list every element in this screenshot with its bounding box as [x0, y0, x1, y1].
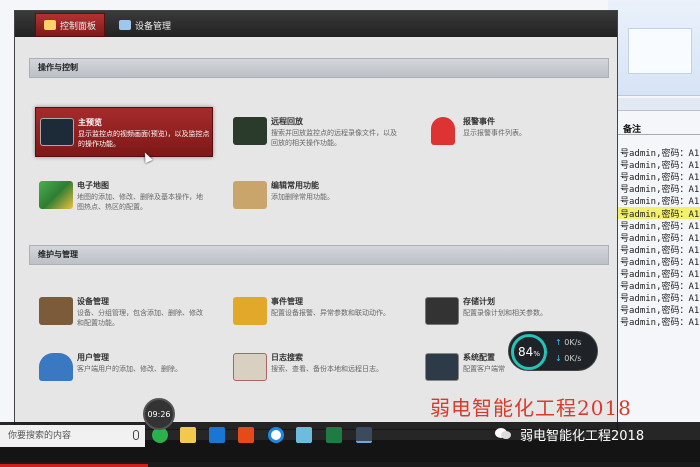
upload-speed-value: 0K/s [564, 338, 582, 347]
wechat-official-icon [494, 427, 512, 441]
table-row: 号admin,密码：A12 [620, 282, 700, 291]
item-desc: 地图的添加、修改、删除及基本操作，地图热点、热区的配置。 [77, 193, 203, 211]
table-row: 号admin,密码：A12 [620, 185, 700, 194]
table-row: 号admin,密码：A12 [620, 222, 700, 231]
log-icon [233, 353, 267, 381]
item-desc: 设备、分组管理，包含添加、删除、修改和配置功能。 [77, 309, 203, 327]
table-row: 号admin,密码：A12 [620, 294, 700, 303]
app-icon[interactable] [238, 427, 254, 443]
item-name: 系统配置 [463, 353, 495, 362]
table-row: 号admin,密码：A12 [620, 246, 700, 255]
item-edit-functions[interactable]: 编辑常用功能 添加删除常用功能。 [229, 171, 407, 221]
item-name: 编辑常用功能 [271, 181, 319, 190]
table-row: 号admin,密码：A12 [620, 258, 700, 267]
item-name: 用户管理 [77, 353, 109, 362]
item-name: 存储计划 [463, 297, 495, 306]
search-placeholder: 你要搜索的内容 [8, 431, 72, 441]
upload-speed: ↑ 0K/s [555, 338, 581, 347]
edit-functions-icon [233, 181, 267, 209]
table-row: 号admin,密码：A12 [620, 161, 700, 170]
table-row: 号admin,密码：A12 [620, 306, 700, 315]
ribbon-group [628, 28, 692, 74]
item-name: 报警事件 [463, 117, 495, 126]
excel-icon[interactable] [326, 427, 342, 443]
tab-device-management[interactable]: 设备管理 [111, 13, 191, 37]
tab-label: 设备管理 [135, 21, 172, 32]
download-speed: ↓ 0K/s [555, 354, 581, 363]
tab-label: 控制面板 [60, 21, 97, 32]
section-maintenance-management: 维护与管理 [29, 245, 609, 265]
event-icon [233, 297, 267, 325]
section-operation-control: 操作与控制 [29, 58, 609, 78]
memory-usage-gauge: 84% [511, 334, 547, 370]
item-device-management[interactable]: 设备管理 设备、分组管理，包含添加、删除、修改和配置功能。 [35, 287, 213, 337]
control-panel-icon [44, 20, 56, 30]
playback-icon [233, 117, 267, 145]
item-name: 远程回放 [271, 117, 303, 126]
watermark-white: 弱电智能化工程2018 [520, 429, 645, 444]
download-speed-value: 0K/s [564, 354, 582, 363]
item-desc: 配置录像计划和相关参数。 [463, 309, 547, 317]
item-name: 设备管理 [77, 297, 109, 306]
table-row: 号admin,密码：A12 [620, 173, 700, 182]
title-bar: 控制面板 设备管理 [15, 11, 617, 37]
alarm-icon [431, 117, 455, 145]
ivms-client-icon[interactable] [356, 427, 372, 443]
item-name: 主预览 [78, 118, 102, 127]
item-user-management[interactable]: 用户管理 客户端用户的添加、修改、删除。 [35, 343, 213, 393]
taskbar-search-input[interactable]: 你要搜索的内容 [0, 425, 145, 447]
item-log-search[interactable]: 日志搜索 搜索、查看、备份本地和远程日志。 [229, 343, 407, 393]
monitor-icon [40, 118, 74, 146]
watermark-red: 弱电智能化工程2018 [430, 396, 632, 420]
item-name: 日志搜索 [271, 353, 303, 362]
device-management-icon [119, 20, 131, 30]
table-row: 号admin,密码：A12 [608, 207, 700, 219]
usage-value: 84 [518, 345, 534, 359]
recording-timer: 09:26 [143, 398, 175, 430]
item-remote-playback[interactable]: 远程回放 搜索并回放监控点的远程录像文件，以及回放的相关操作功能。 [229, 107, 407, 157]
usage-unit: % [533, 350, 540, 358]
system-config-icon [425, 353, 459, 381]
item-desc: 搜索、查看、备份本地和远程日志。 [271, 365, 383, 373]
storage-icon [425, 297, 459, 325]
network-speed-widget: 84% ↑ 0K/s ↓ 0K/s [508, 331, 598, 371]
edge-browser-icon[interactable] [209, 427, 225, 443]
tab-control-panel[interactable]: 控制面板 [35, 13, 105, 37]
table-row: 号admin,密码：A12 [620, 234, 700, 243]
item-name: 事件管理 [271, 297, 303, 306]
item-event-management[interactable]: 事件管理 配置设备报警、异常参数和联动动作。 [229, 287, 407, 337]
recorder-icon[interactable] [268, 427, 284, 443]
item-desc: 添加删除常用功能。 [271, 193, 334, 201]
file-explorer-icon[interactable] [180, 427, 196, 443]
device-icon [39, 297, 73, 325]
user-icon [39, 353, 73, 381]
column-header-bar [608, 98, 700, 111]
table-row: 号admin,密码：A12 [620, 197, 700, 206]
download-arrow-icon: ↓ [555, 354, 562, 363]
microphone-icon[interactable] [133, 430, 139, 440]
upload-arrow-icon: ↑ [555, 338, 562, 347]
item-alarm-events[interactable]: 报警事件 显示报警事件列表。 [421, 107, 599, 157]
map-icon [39, 181, 73, 209]
item-main-preview[interactable]: 主预览 显示监控点的视频画面(预览)，以及监控点的操作功能。 [35, 107, 213, 157]
photos-icon[interactable] [296, 427, 312, 443]
item-desc: 显示监控点的视频画面(预览)，以及监控点的操作功能。 [78, 130, 210, 148]
table-row: 号admin,密码：A12 [620, 149, 700, 158]
video-progress-bar[interactable] [0, 462, 700, 467]
item-desc: 显示报警事件列表。 [463, 129, 526, 137]
table-row: 号admin,密码：A12 [620, 318, 700, 327]
item-desc: 搜索并回放监控点的远程录像文件，以及回放的相关操作功能。 [271, 129, 397, 147]
excel-ribbon [608, 0, 700, 96]
table-row: 号admin,密码：A12 [620, 270, 700, 279]
item-storage-plan[interactable]: 存储计划 配置录像计划和相关参数。 [421, 287, 599, 337]
item-desc: 客户端用户的添加、修改、删除。 [77, 365, 182, 373]
item-desc: 配置设备报警、异常参数和联动动作。 [271, 309, 390, 317]
item-name: 电子地图 [77, 181, 109, 190]
item-e-map[interactable]: 电子地图 地图的添加、修改、删除及基本操作，地图热点、热区的配置。 [35, 171, 213, 221]
notes-column-header: 备注 [615, 122, 700, 135]
